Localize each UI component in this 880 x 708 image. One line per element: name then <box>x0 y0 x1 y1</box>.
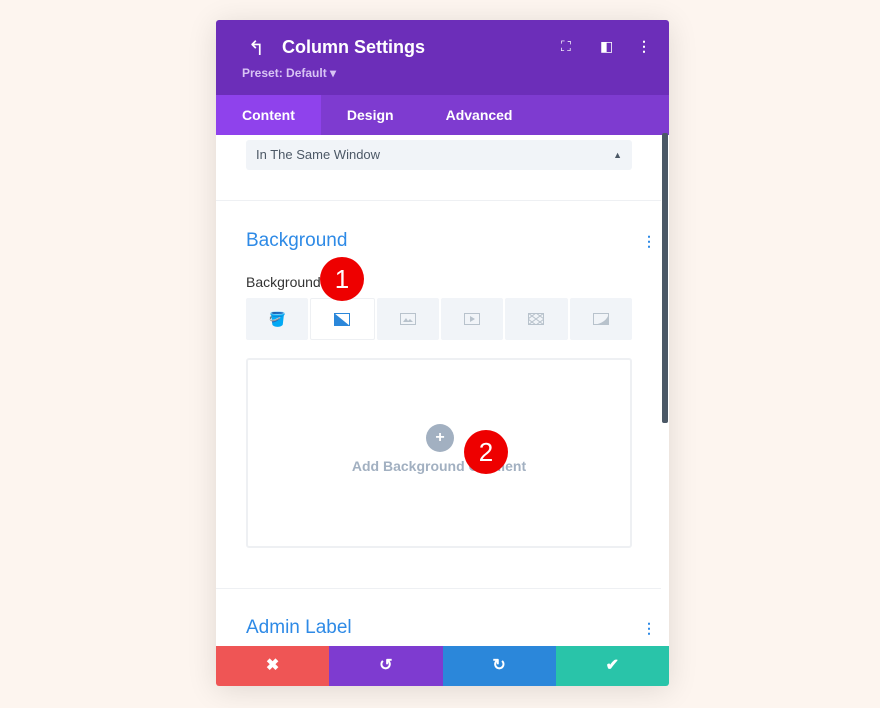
preset-dropdown[interactable]: Preset: Default ▾ <box>242 66 336 80</box>
video-icon <box>464 313 481 325</box>
select-value: In The Same Window <box>256 147 381 162</box>
modal-footer: ✖ ↺ ↻ ✔ <box>216 646 669 686</box>
bg-mask-tab[interactable] <box>569 298 632 340</box>
scrollbar[interactable] <box>662 133 668 423</box>
modal-title: Column Settings <box>282 37 425 57</box>
background-section-title[interactable]: Background <box>246 230 347 252</box>
bg-color-tab[interactable]: 🪣 <box>246 298 309 340</box>
save-button[interactable]: ✔ <box>555 646 669 686</box>
tab-design[interactable]: Design <box>321 95 420 135</box>
back-icon[interactable]: ↰ <box>248 36 265 61</box>
add-gradient-button[interactable]: + <box>426 424 454 452</box>
admin-label-section-title[interactable]: Admin Label <box>246 617 352 639</box>
add-gradient-label[interactable]: Add Background Gradient <box>248 458 630 474</box>
cancel-button[interactable]: ✖ <box>216 646 330 686</box>
tab-bar: Content Design Advanced <box>216 95 669 135</box>
bg-image-tab[interactable] <box>376 298 439 340</box>
gradient-icon <box>334 312 351 326</box>
tab-content[interactable]: Content <box>216 95 321 135</box>
divider <box>216 200 661 201</box>
select-arrows-icon: ▲ <box>613 150 622 160</box>
section-options-icon[interactable]: ⋮ <box>642 620 656 637</box>
redo-button[interactable]: ↻ <box>442 646 556 686</box>
pattern-icon <box>528 313 545 325</box>
bg-video-tab[interactable] <box>440 298 504 340</box>
undo-button[interactable]: ↺ <box>329 646 443 686</box>
bg-gradient-tab[interactable] <box>310 298 375 340</box>
annotation-badge-2: 2 <box>464 430 508 474</box>
settings-body: In The Same Window ▲ Background ⋮ Backgro… <box>216 135 669 646</box>
column-settings-modal: ↰ Column Settings Preset: Default ▾ ⛶ ◧ … <box>216 20 669 686</box>
paint-bucket-icon: 🪣 <box>268 310 286 327</box>
section-options-icon[interactable]: ⋮ <box>642 233 656 250</box>
background-type-tabs: 🪣 <box>246 298 632 340</box>
split-view-icon[interactable]: ◧ <box>600 38 613 55</box>
more-options-icon[interactable]: ⋮ <box>637 38 651 55</box>
tab-advanced[interactable]: Advanced <box>420 95 539 135</box>
annotation-badge-1: 1 <box>320 257 364 301</box>
link-target-select[interactable]: In The Same Window ▲ <box>246 140 632 170</box>
divider <box>216 588 661 589</box>
bg-pattern-tab[interactable] <box>505 298 568 340</box>
image-icon <box>399 313 416 325</box>
modal-header: ↰ Column Settings Preset: Default ▾ ⛶ ◧ … <box>216 20 669 95</box>
fullscreen-icon[interactable]: ⛶ <box>561 38 571 55</box>
gradient-dropzone[interactable]: + Add Background Gradient <box>246 358 632 548</box>
mask-icon <box>592 313 609 325</box>
background-field-label: Background <box>246 274 321 290</box>
